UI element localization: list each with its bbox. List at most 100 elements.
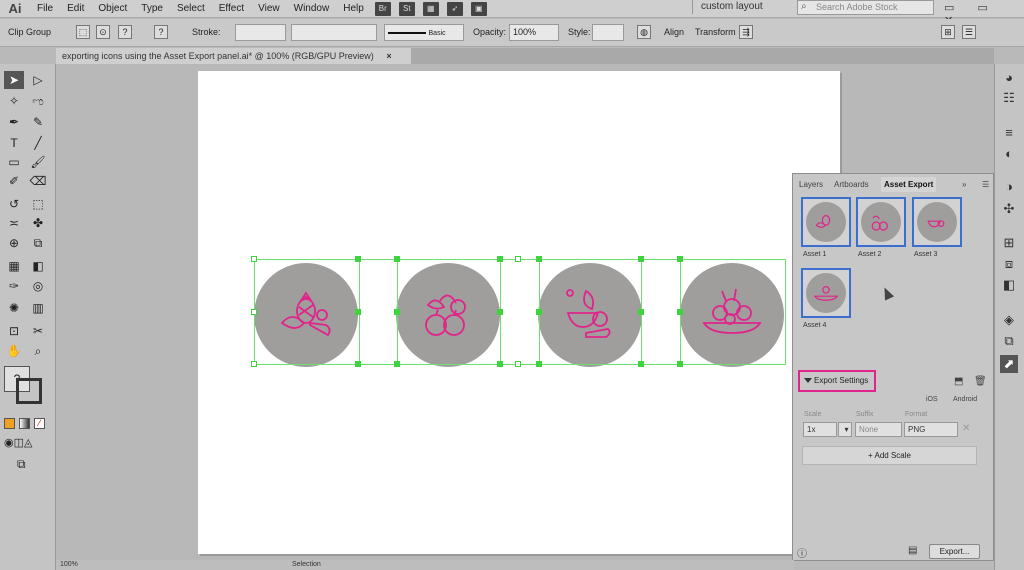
search-stock-input[interactable]: Search Adobe Stock [797,0,934,15]
libraries-icon[interactable]: ◕ [1000,69,1018,87]
gpu-performance-icon[interactable]: ➶ [446,1,463,16]
resize-handle[interactable] [251,256,257,262]
arrange-documents-icon[interactable]: ▦ [422,1,439,16]
selection-tool-icon[interactable]: ➤ [4,71,24,89]
menu-type[interactable]: Type [134,0,170,18]
artboard-tool-icon[interactable]: ⊡ [4,322,24,340]
anchor-point[interactable] [638,361,644,367]
blend-tool-icon[interactable]: ◎ [28,277,48,295]
mesh-tool-icon[interactable]: ▦ [4,257,24,275]
bridge-button[interactable]: Br [374,1,391,16]
suffix-input[interactable]: None [855,422,902,437]
resize-handle[interactable] [515,361,521,367]
scale-select[interactable]: 1x [803,422,837,437]
anchor-point[interactable] [394,361,400,367]
view-mode-icon[interactable]: ▣ [470,1,487,16]
workspace-switcher[interactable]: custom layout [692,0,786,14]
symbol-sprayer-icon[interactable]: ✺ [4,299,24,317]
document-tab[interactable]: exporting icons using the Asset Export p… [56,48,411,64]
symbols-icon[interactable]: ✣ [1000,200,1018,218]
anchor-point[interactable] [394,309,400,315]
anchor-point[interactable] [355,256,361,262]
fill-icon[interactable]: ? [118,25,132,39]
align-link[interactable]: Align [664,24,684,41]
transform-link[interactable]: Transform [695,24,736,41]
opacity-field[interactable]: 100% [509,24,559,41]
artboards-panel-icon[interactable]: ⧉ [1000,332,1018,350]
anchor-point[interactable] [677,309,683,315]
asset-label[interactable]: Asset 2 [858,251,881,258]
stock-button[interactable]: St [398,1,415,16]
brush-field[interactable]: Basic [384,24,464,41]
curvature-icon[interactable]: ✎ [28,113,48,131]
resize-handle[interactable] [515,256,521,262]
anchor-point[interactable] [497,256,503,262]
ios-preset[interactable]: iOS [926,396,938,403]
anchor-point[interactable] [677,256,683,262]
scale-icon[interactable]: ⬚ [28,195,48,213]
properties-icon[interactable]: ☷ [1000,89,1018,107]
android-preset[interactable]: Android [953,396,977,403]
export-settings-toggle[interactable]: Export Settings [798,370,876,392]
rectangle-tool-icon[interactable]: ▭ [4,153,24,171]
none-mode-icon[interactable]: ⁄ [34,418,45,429]
asset-thumbnail[interactable] [912,197,962,247]
menu-help[interactable]: Help [336,0,371,18]
export-button[interactable]: Export... [929,544,980,559]
transform-panel-icon[interactable]: ⧈ [1000,255,1018,273]
menu-view[interactable]: View [251,0,287,18]
delete-asset-icon[interactable]: 🗑 [974,376,987,387]
asset-export-icon[interactable]: ⬈ [1000,355,1018,373]
menu-window[interactable]: Window [287,0,337,18]
anchor-point[interactable] [394,256,400,262]
eyedropper-icon[interactable]: ✑ [4,277,24,295]
panel-menu-icon[interactable]: ☰ [979,177,992,192]
type-tool-icon[interactable]: T [4,134,24,152]
align-panel-icon[interactable]: ⊞ [1000,234,1018,252]
gradient-mode-icon[interactable] [19,418,30,429]
tab-layers[interactable]: Layers [796,177,826,192]
export-to-screens-icon[interactable]: ⬒ [954,376,963,387]
zoom-level[interactable]: 100% [60,561,78,568]
asset-label[interactable]: Asset 4 [803,322,826,329]
remove-scale-icon[interactable]: ✕ [962,423,970,434]
stroke-weight-field[interactable] [235,24,286,41]
menu-select[interactable]: Select [170,0,212,18]
color-panel-icon[interactable]: ◐ [1000,145,1018,163]
pen-tool-icon[interactable]: ✒ [4,113,24,131]
menu-file[interactable]: File [30,0,60,18]
color-mode-icon[interactable] [4,418,15,429]
recolor-artwork-icon[interactable]: ◍ [637,25,651,39]
tab-asset-export[interactable]: Asset Export [881,177,937,192]
style-swatch[interactable] [592,24,624,41]
stroke-swatch[interactable] [16,378,42,404]
draw-mode-icon[interactable]: ◉◫◬ [4,436,32,449]
anchor-point[interactable] [355,361,361,367]
gradient-tool-icon[interactable]: ◧ [28,257,48,275]
panel-menu-icon[interactable]: ☰ [962,25,976,39]
menu-effect[interactable]: Effect [212,0,251,18]
anchor-point[interactable] [497,309,503,315]
menu-edit[interactable]: Edit [60,0,91,18]
slice-tool-icon[interactable]: ✂ [28,322,48,340]
collapse-panel-icon[interactable]: » [959,177,969,192]
asset-thumbnail[interactable] [801,197,851,247]
anchor-point[interactable] [497,361,503,367]
recolor-icon[interactable]: ⊙ [96,25,110,39]
resize-handle[interactable] [251,309,257,315]
arrange-icon[interactable]: ⊞ [941,25,955,39]
asset-label[interactable]: Asset 3 [914,251,937,258]
asset-thumbnail[interactable] [801,268,851,318]
anchor-point[interactable] [536,361,542,367]
asset-thumbnail[interactable] [856,197,906,247]
hand-tool-icon[interactable]: ✋ [4,342,24,360]
align-options-icon[interactable]: ⇶ [739,25,753,39]
menu-object[interactable]: Object [91,0,134,18]
close-tab-icon[interactable]: × [386,51,391,61]
anchor-point[interactable] [638,256,644,262]
eraser-icon[interactable]: ⌫ [28,172,48,190]
zoom-tool-icon[interactable]: ⌕ [28,342,48,360]
transparency-icon[interactable]: ◑ [1000,178,1018,196]
anchor-point[interactable] [536,256,542,262]
anchor-point[interactable] [638,309,644,315]
